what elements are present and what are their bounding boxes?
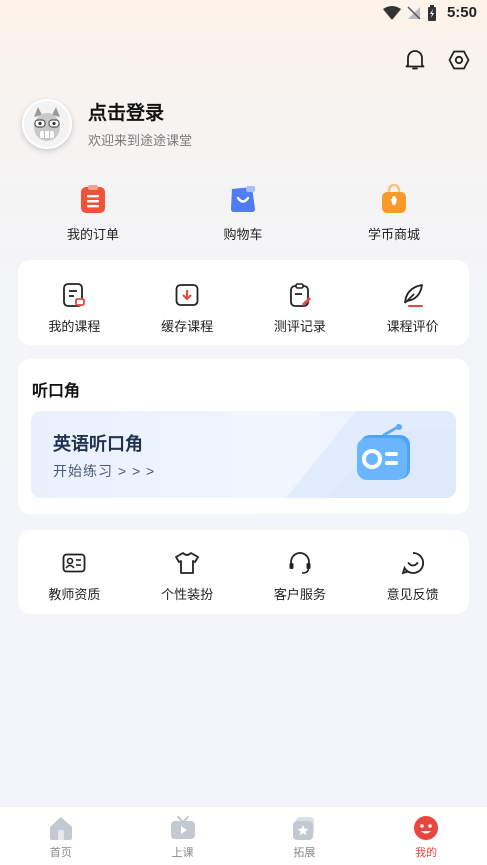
- profile-login[interactable]: 点击登录 欢迎来到途途课堂: [22, 98, 192, 149]
- course-review-button[interactable]: 课程评价: [356, 282, 469, 335]
- quick-actions: 我的订单 购物车 学币商城: [0, 183, 487, 244]
- status-time: 5:50: [446, 4, 477, 21]
- smile-icon: [400, 550, 426, 576]
- assessment-records-label: 测评记录: [273, 319, 326, 334]
- avatar[interactable]: [22, 98, 72, 149]
- start-practice-link[interactable]: 开始练习 > > >: [53, 461, 155, 481]
- no-signal-icon: [407, 5, 421, 20]
- teacher-qualification-label: 教师资质: [48, 587, 101, 602]
- customer-service-label: 客户服务: [273, 587, 326, 602]
- cart-label: 购物车: [223, 227, 263, 242]
- listening-section-title: 听口角: [32, 383, 81, 400]
- tab-expand[interactable]: 拓展: [244, 807, 366, 865]
- download-course-icon: [174, 282, 200, 308]
- tshirt-icon: [174, 550, 200, 576]
- id-card-icon: [61, 550, 87, 576]
- listening-card: 听口角 英语听口角 开始练习 > > >: [18, 359, 469, 514]
- tab-home[interactable]: 首页: [0, 807, 122, 865]
- tab-mine[interactable]: 我的: [365, 807, 487, 865]
- wifi-icon: [382, 5, 401, 20]
- bell-icon[interactable]: [403, 48, 427, 72]
- battery-icon: [427, 4, 436, 21]
- tv-icon: [169, 815, 197, 841]
- english-listening-banner[interactable]: 英语听口角 开始练习 > > >: [31, 411, 456, 498]
- my-courses-label: 我的课程: [48, 319, 101, 334]
- banner-title: 英语听口角: [53, 434, 143, 454]
- welcome-subtitle: 欢迎来到途途课堂: [88, 133, 193, 148]
- services-card: 教师资质 个性装扮 客户服务 意见反馈: [18, 530, 469, 614]
- cached-courses-label: 缓存课程: [161, 319, 214, 334]
- bottom-tab-bar: 首页 上课 拓展 我的: [0, 806, 487, 865]
- order-icon: [78, 184, 108, 214]
- my-courses-button[interactable]: 我的课程: [18, 282, 131, 335]
- feather-icon: [400, 282, 426, 308]
- tab-home-label: 首页: [49, 847, 72, 859]
- coin-mall-label: 学币商城: [367, 227, 420, 242]
- headset-icon: [287, 550, 313, 576]
- personal-dressup-button[interactable]: 个性装扮: [131, 550, 244, 603]
- radio-icon: [354, 423, 414, 483]
- login-title[interactable]: 点击登录: [88, 98, 192, 125]
- personal-dressup-label: 个性装扮: [161, 587, 214, 602]
- course-review-label: 课程评价: [386, 319, 439, 334]
- feedback-label: 意见反馈: [386, 587, 439, 602]
- settings-hex-icon[interactable]: [447, 48, 471, 72]
- status-bar: 5:50: [0, 0, 487, 28]
- my-course-icon: [61, 282, 87, 308]
- my-orders-button[interactable]: 我的订单: [38, 184, 148, 243]
- cached-courses-button[interactable]: 缓存课程: [131, 282, 244, 335]
- mine-face-icon: [412, 815, 440, 841]
- customer-service-button[interactable]: 客户服务: [244, 550, 357, 603]
- my-orders-label: 我的订单: [66, 227, 119, 242]
- profile-text: 点击登录 欢迎来到途途课堂: [88, 98, 192, 149]
- home-icon: [47, 815, 75, 841]
- cart-icon: [228, 184, 258, 214]
- top-actions: [403, 48, 471, 72]
- assessment-icon: [287, 282, 313, 308]
- feedback-button[interactable]: 意见反馈: [356, 550, 469, 603]
- courses-card: 我的课程 缓存课程 测评记录 课程评价: [18, 260, 469, 345]
- tab-expand-label: 拓展: [293, 847, 316, 859]
- shop-bag-icon: [379, 183, 409, 214]
- assessment-records-button[interactable]: 测评记录: [244, 282, 357, 335]
- status-icons: 5:50: [382, 4, 477, 21]
- courses-grid: 我的课程 缓存课程 测评记录 课程评价: [18, 260, 469, 335]
- star-card-icon: [290, 815, 318, 841]
- coin-mall-button[interactable]: 学币商城: [339, 183, 449, 243]
- tab-mine-label: 我的: [415, 847, 438, 859]
- tab-class[interactable]: 上课: [122, 807, 244, 865]
- cart-button[interactable]: 购物车: [188, 184, 298, 243]
- teacher-qualification-button[interactable]: 教师资质: [18, 550, 131, 603]
- services-grid: 教师资质 个性装扮 客户服务 意见反馈: [18, 530, 469, 603]
- tab-class-label: 上课: [171, 847, 194, 859]
